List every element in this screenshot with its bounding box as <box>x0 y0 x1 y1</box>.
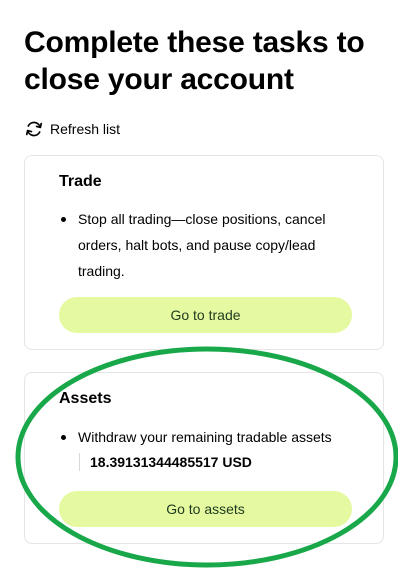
go-to-assets-button[interactable]: Go to assets <box>59 491 352 527</box>
assets-task-text: Withdraw your remaining tradable assets <box>78 429 332 445</box>
go-to-trade-button[interactable]: Go to trade <box>59 297 352 333</box>
refresh-list-label: Refresh list <box>50 121 121 137</box>
refresh-icon <box>24 119 44 139</box>
trade-task-bullet: Stop all trading—close positions, cancel… <box>61 206 361 284</box>
trade-task-card: Trade Stop all trading—close positions, … <box>24 155 384 350</box>
refresh-list-button[interactable]: Refresh list <box>24 118 120 140</box>
trade-task-text: Stop all trading—close positions, cancel… <box>78 211 326 279</box>
page-title: Complete these tasks to close your accou… <box>24 26 365 96</box>
trade-task-title: Trade <box>59 173 102 190</box>
assets-task-bullet: Withdraw your remaining tradable assets <box>61 424 361 450</box>
remaining-assets-amount: 18.39131344485517 USD <box>79 453 252 471</box>
assets-task-card: Assets Withdraw your remaining tradable … <box>24 372 384 544</box>
assets-task-title: Assets <box>59 390 112 407</box>
